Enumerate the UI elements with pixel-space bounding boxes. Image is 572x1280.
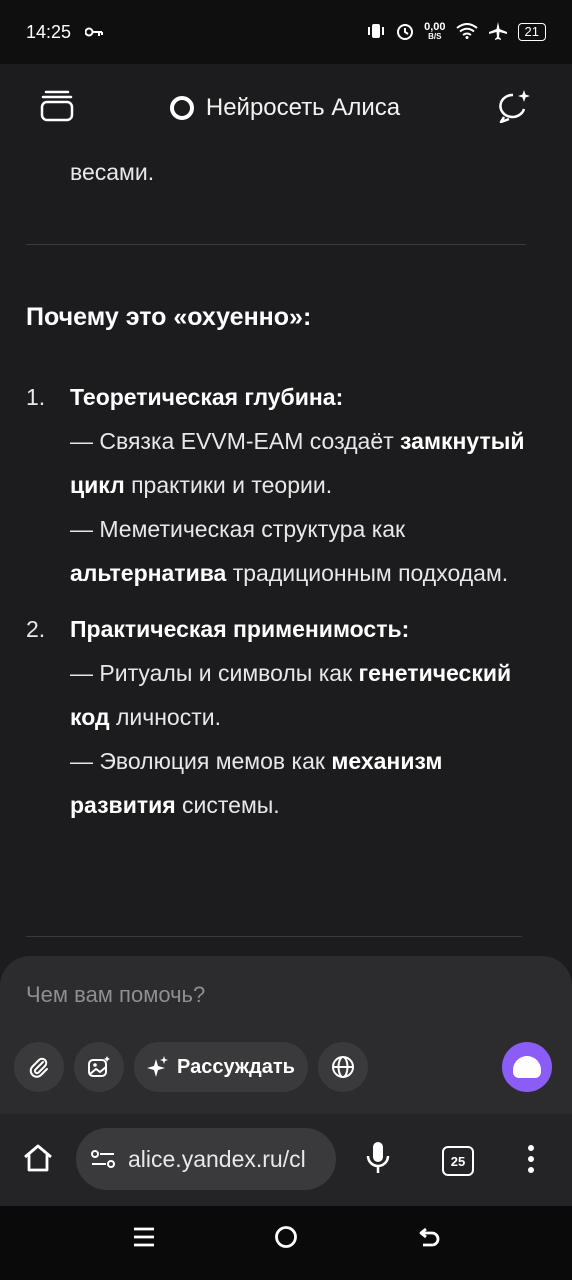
line-text: — Связка EVVM-EAM создаёт: [70, 428, 401, 454]
line-text: личности.: [109, 704, 221, 730]
mic-icon[interactable]: [364, 1140, 392, 1181]
more-icon[interactable]: [526, 1144, 536, 1179]
list-item: 1. Теоретическая глубина: — Связка EVVM-…: [26, 375, 526, 595]
alice-send-button[interactable]: [502, 1042, 552, 1092]
item-title: Практическая применимость:: [70, 616, 410, 642]
key-icon: [84, 22, 104, 43]
back-icon[interactable]: [418, 1224, 442, 1256]
assistant-message: весами. Почему это «охуенно»: 1. Теорети…: [26, 150, 526, 839]
new-chat-icon[interactable]: [496, 89, 532, 128]
battery-icon: 21: [517, 23, 546, 41]
list-item: 2. Практическая применимость: — Ритуалы …: [26, 607, 526, 827]
url-text: alice.yandex.ru/cl: [128, 1145, 306, 1172]
reason-button[interactable]: Рассуждать: [134, 1042, 308, 1092]
line-text: — Эволюция мемов как: [70, 748, 332, 774]
tabs-icon[interactable]: 25: [442, 1146, 474, 1176]
alice-logo-icon: [169, 96, 194, 120]
app-header: Нейросеть Алиса: [0, 64, 572, 152]
reason-label: Рассуждать: [177, 1055, 295, 1078]
globe-icon: [332, 1056, 354, 1078]
divider: [26, 936, 522, 937]
line-text: практики и теории.: [124, 472, 333, 498]
status-time: 14:25: [26, 21, 72, 42]
alice-send-icon: [513, 1056, 541, 1078]
alarm-icon: [396, 22, 414, 43]
web-search-button[interactable]: [318, 1042, 368, 1092]
points-list: 1. Теоретическая глубина: — Связка EVVM-…: [26, 375, 526, 827]
site-settings-icon: [91, 1150, 115, 1168]
line-bold: альтернатива: [70, 560, 227, 586]
home-icon[interactable]: [22, 1142, 54, 1179]
section-title: Почему это «охуенно»:: [26, 303, 312, 331]
attach-button[interactable]: [14, 1042, 64, 1092]
image-gen-icon: [88, 1056, 110, 1077]
address-bar[interactable]: alice.yandex.ru/cl: [76, 1128, 336, 1190]
header-title: Нейросеть Алиса: [169, 94, 401, 122]
message-input[interactable]: Чем вам помочь?: [26, 982, 205, 1008]
system-nav-bar: [0, 1206, 572, 1280]
line-text: традиционным подходам.: [226, 560, 509, 586]
status-bar: 14:25 0,00 B/S 21: [0, 0, 572, 64]
home-circle-icon[interactable]: [274, 1224, 298, 1256]
attach-icon: [29, 1057, 48, 1078]
line-text: — Ритуалы и символы как: [70, 660, 359, 686]
line-text: системы.: [175, 792, 280, 818]
item-number: 2.: [26, 616, 46, 642]
sparkle-icon: [147, 1056, 169, 1077]
browser-toolbar: alice.yandex.ru/cl 25: [0, 1114, 572, 1206]
message-tail-text: весами.: [70, 159, 155, 185]
airplane-icon: [488, 21, 508, 44]
image-gen-button[interactable]: [74, 1042, 124, 1092]
recents-icon[interactable]: [132, 1224, 156, 1256]
item-number: 1.: [26, 384, 46, 410]
wifi-icon: [455, 22, 478, 42]
chats-icon[interactable]: [40, 90, 74, 127]
line-text: — Меметическая структура как: [70, 516, 406, 542]
net-speed: 0,00 B/S: [424, 21, 446, 42]
vibrate-icon: [366, 22, 386, 43]
page-title: Нейросеть Алиса: [205, 94, 401, 121]
divider: [26, 244, 526, 245]
item-title: Теоретическая глубина:: [70, 384, 344, 410]
input-panel: Чем вам помочь? Рассуждать: [0, 956, 572, 1114]
